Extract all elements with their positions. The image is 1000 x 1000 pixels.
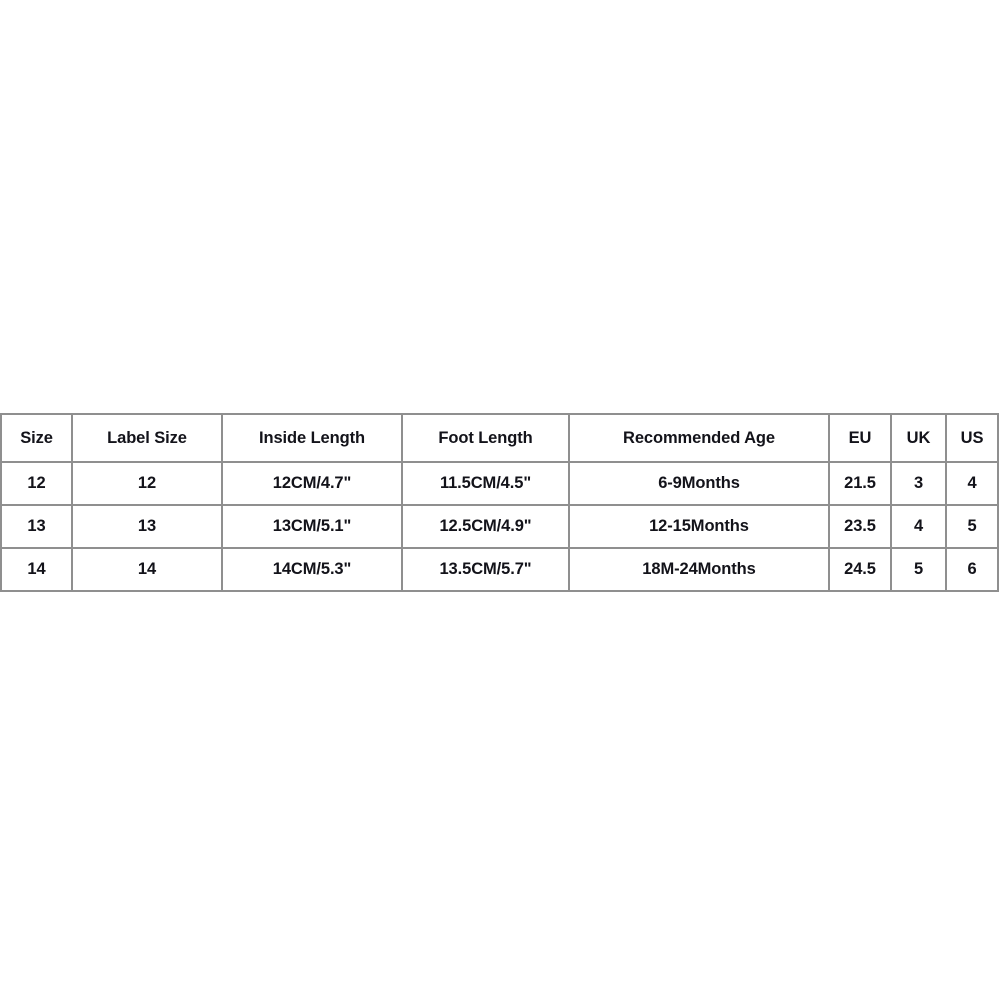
column-header-size: Size bbox=[0, 413, 73, 463]
cell-foot-length: 11.5CM/4.5" bbox=[401, 461, 570, 506]
cell-size: 14 bbox=[0, 547, 73, 592]
cell-inside-length: 13CM/5.1" bbox=[221, 504, 403, 549]
column-header-uk: UK bbox=[890, 413, 947, 463]
cell-eu: 21.5 bbox=[828, 461, 892, 506]
cell-label-size: 14 bbox=[71, 547, 223, 592]
cell-us: 5 bbox=[945, 504, 999, 549]
column-header-inside-length: Inside Length bbox=[221, 413, 403, 463]
cell-foot-length: 12.5CM/4.9" bbox=[401, 504, 570, 549]
cell-recommended-age: 6-9Months bbox=[568, 461, 830, 506]
cell-label-size: 12 bbox=[71, 461, 223, 506]
cell-uk: 5 bbox=[890, 547, 947, 592]
cell-us: 4 bbox=[945, 461, 999, 506]
table-row: 14 14 14CM/5.3" 13.5CM/5.7" 18M-24Months… bbox=[0, 547, 999, 592]
cell-inside-length: 12CM/4.7" bbox=[221, 461, 403, 506]
column-header-us: US bbox=[945, 413, 999, 463]
cell-uk: 4 bbox=[890, 504, 947, 549]
cell-recommended-age: 12-15Months bbox=[568, 504, 830, 549]
column-header-foot-length: Foot Length bbox=[401, 413, 570, 463]
cell-label-size: 13 bbox=[71, 504, 223, 549]
cell-us: 6 bbox=[945, 547, 999, 592]
column-header-eu: EU bbox=[828, 413, 892, 463]
size-chart-table: Size Label Size Inside Length Foot Lengt… bbox=[0, 413, 999, 592]
cell-inside-length: 14CM/5.3" bbox=[221, 547, 403, 592]
cell-eu: 23.5 bbox=[828, 504, 892, 549]
size-chart-container: Size Label Size Inside Length Foot Lengt… bbox=[0, 413, 999, 592]
product-size-chart-image: Size Label Size Inside Length Foot Lengt… bbox=[0, 0, 1000, 1000]
table-row: 12 12 12CM/4.7" 11.5CM/4.5" 6-9Months 21… bbox=[0, 461, 999, 506]
table-header-row: Size Label Size Inside Length Foot Lengt… bbox=[0, 413, 999, 463]
table-row: 13 13 13CM/5.1" 12.5CM/4.9" 12-15Months … bbox=[0, 504, 999, 549]
cell-eu: 24.5 bbox=[828, 547, 892, 592]
cell-size: 12 bbox=[0, 461, 73, 506]
cell-foot-length: 13.5CM/5.7" bbox=[401, 547, 570, 592]
column-header-recommended-age: Recommended Age bbox=[568, 413, 830, 463]
cell-uk: 3 bbox=[890, 461, 947, 506]
cell-size: 13 bbox=[0, 504, 73, 549]
cell-recommended-age: 18M-24Months bbox=[568, 547, 830, 592]
column-header-label-size: Label Size bbox=[71, 413, 223, 463]
